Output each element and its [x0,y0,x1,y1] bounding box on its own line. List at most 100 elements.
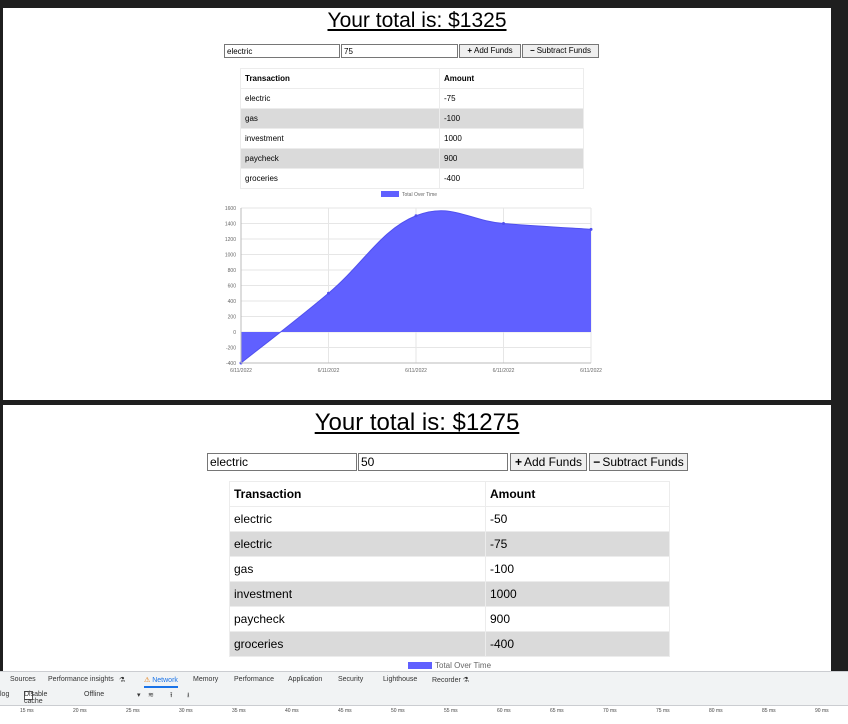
amount-cell: -75 [439,88,584,109]
table-row: gas -100 [229,556,670,582]
y-tick-label: 1000 [225,253,236,259]
throttling-select[interactable]: Offline [84,691,104,698]
table-row: paycheck 900 [229,606,670,632]
x-tick-label: 6/11/2022 [493,368,515,374]
devtools-tab-lighthouse[interactable]: Lighthouse [383,676,417,683]
flask-icon: ⚗ [119,677,126,684]
preserve-log-label: log [0,691,10,698]
y-tick-label: 400 [228,299,237,305]
devtools-tab-performance[interactable]: Performance [234,676,274,683]
table-row: electric -75 [240,88,584,109]
chevron-down-icon[interactable]: ▾ [137,691,141,699]
ruler-tick-label: 75 ms [656,708,670,714]
transaction-cell: electric [229,531,486,557]
warning-icon: ⚠ [144,677,151,684]
legend-label: Total Over Time [402,192,437,198]
total-heading: Your total is: $1275 [314,409,520,436]
data-point [589,227,593,231]
devtools-tab-memory[interactable]: Memory [193,676,218,683]
column-header-amount: Amount [485,481,670,507]
transaction-cell: investment [229,581,486,607]
transaction-cell: groceries [240,168,440,189]
export-har-icon[interactable]: ⭳ [187,691,189,702]
column-header-amount: Amount [439,68,584,89]
amount-cell: 900 [485,606,670,632]
transaction-cell: paycheck [229,606,486,632]
ruler-tick-label: 40 ms [285,708,299,714]
amount-cell: -50 [485,506,670,532]
y-tick-label: 0 [233,330,236,336]
add-funds-button[interactable]: + Add Funds [510,453,587,471]
amount-cell: 900 [439,148,584,169]
transaction-cell: paycheck [240,148,440,169]
ruler-tick-label: 45 ms [338,708,352,714]
x-tick-label: 6/11/2022 [318,368,340,374]
table-row: paycheck 900 [240,148,584,169]
data-point [414,214,418,218]
y-tick-label: 800 [228,268,237,274]
ruler-tick-label: 35 ms [232,708,246,714]
transactions-table: Transaction Amount electric -50 electric -… [229,481,670,657]
chart-legend: Total Over Time [408,661,491,670]
devtools-tab-network[interactable]: ⚠ Network [144,676,178,688]
data-point [502,222,505,225]
data-point [327,291,330,295]
table-header-row: Transaction Amount [240,68,584,89]
devtools-tab-security[interactable]: Security [338,676,363,683]
ruler-tick-label: 70 ms [603,708,617,714]
ruler-tick-label: 80 ms [709,708,723,714]
ruler-tick-label: 90 ms [815,708,829,714]
legend-swatch [381,191,399,197]
devtools-tab-performance-insights[interactable]: Performance insights [48,676,114,683]
y-tick-label: 200 [228,315,237,321]
table-row: electric -75 [229,531,670,557]
total-heading: Your total is: $1325 [327,9,507,32]
table-header-row: Transaction Amount [229,481,670,507]
wifi-settings-icon[interactable]: ≋ [148,691,154,699]
column-header-transaction: Transaction [229,481,486,507]
import-har-icon[interactable]: ⭱ [170,691,172,702]
transaction-cell: gas [240,108,440,129]
app-panel-after: Your total is: $1275 +Add Funds −Subtrac… [3,405,831,673]
app-panel-before: Your total is: $1325 +Add Funds −Subtrac… [3,8,831,400]
ruler-tick-label: 60 ms [497,708,511,714]
amount-cell: -100 [485,556,670,582]
devtools-tab-application[interactable]: Application [288,676,322,683]
y-tick-label: 1600 [225,206,236,212]
table-row: investment 1000 [229,581,670,607]
x-tick-label: 6/11/2022 [405,368,427,374]
transaction-name-input[interactable] [224,44,340,58]
y-tick-label: 600 [228,284,237,290]
amount-cell: -75 [485,531,670,557]
devtools-tab-sources[interactable]: Sources [10,676,36,683]
transaction-cell: groceries [229,631,486,657]
transactions-table: Transaction Amount electric -75 gas -100 i… [240,68,584,189]
subtract-funds-button[interactable]: − Subtract Funds [589,453,688,471]
devtools-panel: Sources Performance insights ⚗ ⚠ Network… [0,671,848,724]
network-timeline-ruler: 15 ms 20 ms 25 ms 30 ms 35 ms 40 ms 45 ms 50 ms… [0,705,848,724]
ruler-tick-label: 50 ms [391,708,405,714]
table-row: groceries -400 [229,631,670,657]
y-tick-label: 1200 [225,237,236,243]
minus-icon: − [593,455,601,469]
add-funds-label: Add Funds [473,46,513,55]
subtract-funds-label: Subtract Funds [536,46,591,55]
ruler-tick-label: 65 ms [550,708,564,714]
amount-input[interactable] [341,44,458,58]
y-tick-label: 1400 [225,222,236,228]
flask-icon: ⚗ [462,677,470,684]
ruler-tick-label: 30 ms [179,708,193,714]
minus-icon: − [530,46,535,55]
amount-cell: -400 [485,631,670,657]
amount-input[interactable] [358,453,508,471]
subtract-funds-button[interactable]: − Subtract Funds [522,44,599,58]
ruler-tick-label: 85 ms [762,708,776,714]
recorder-tab-label: Recorder [432,677,461,684]
ruler-tick-label: 15 ms [20,708,34,714]
legend-label: Total Over Time [435,661,492,670]
devtools-tab-recorder[interactable]: Recorder ⚗ [432,676,469,684]
table-row: groceries -400 [240,168,584,189]
transaction-name-input[interactable] [207,453,357,471]
transaction-cell: investment [240,128,440,149]
add-funds-button[interactable]: + Add Funds [459,44,521,58]
